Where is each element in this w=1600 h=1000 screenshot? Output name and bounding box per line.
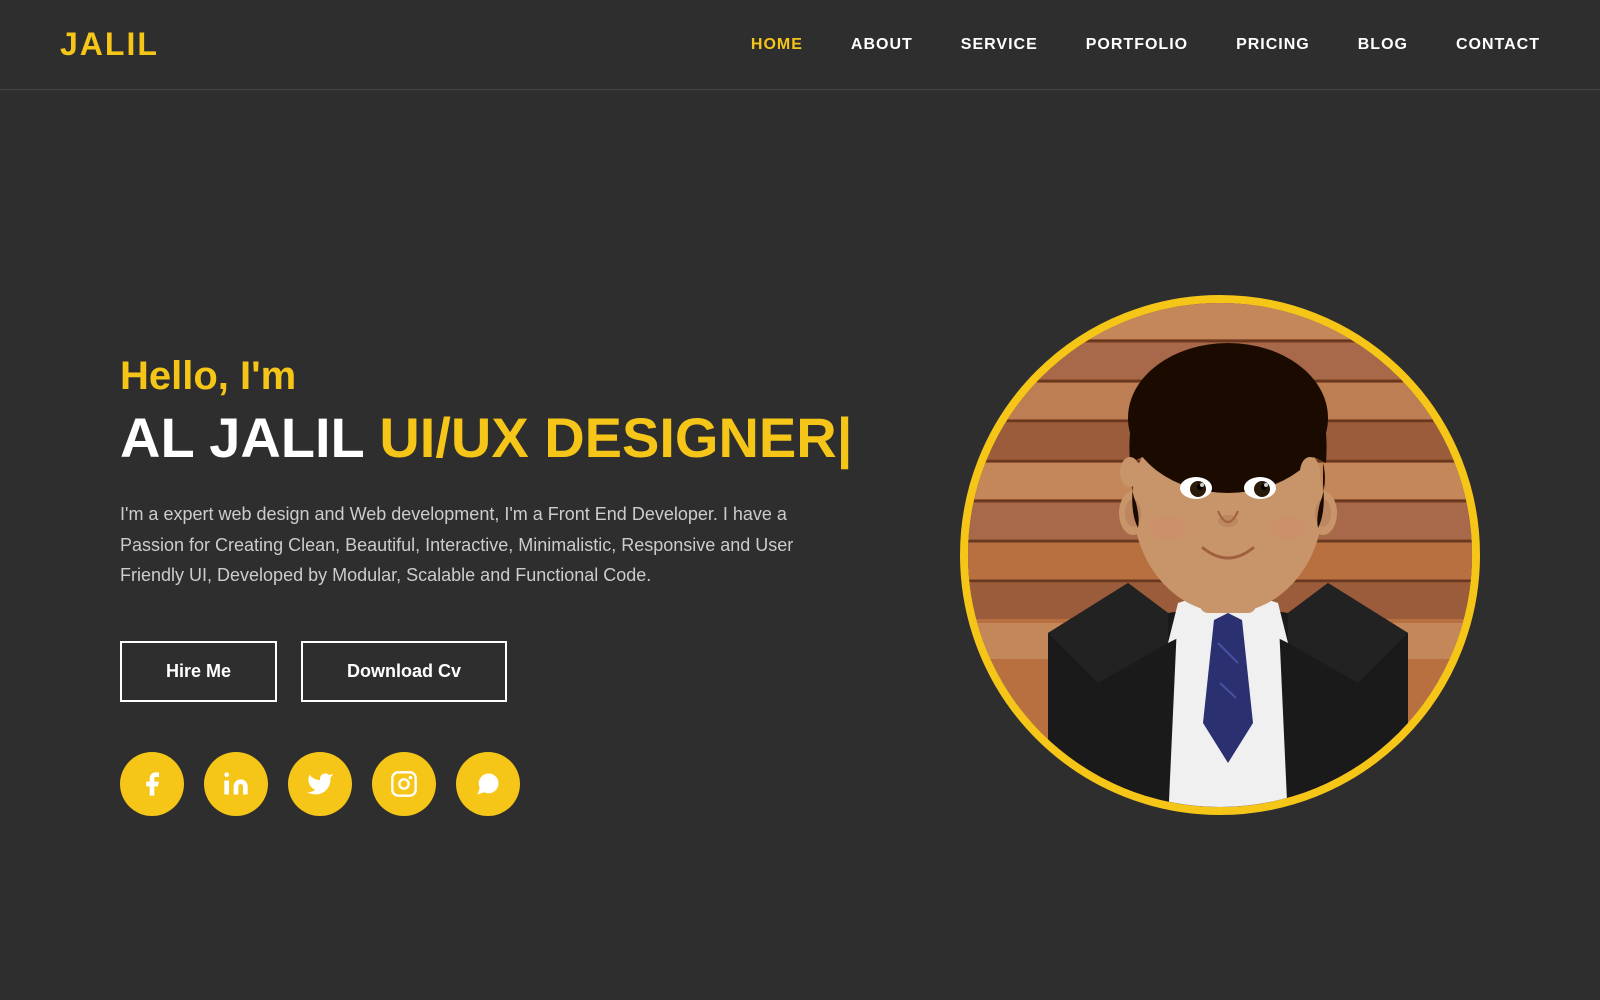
nav-item-portfolio[interactable]: PORTFOLIO bbox=[1086, 36, 1188, 54]
facebook-icon[interactable] bbox=[120, 752, 184, 816]
brand-logo[interactable]: JALIL bbox=[60, 26, 159, 63]
nav-link-about[interactable]: ABOUT bbox=[851, 36, 913, 53]
linkedin-icon[interactable] bbox=[204, 752, 268, 816]
download-cv-button[interactable]: Download Cv bbox=[301, 641, 507, 702]
greeting-text: Hello, I'm bbox=[120, 354, 870, 399]
profile-image-ring bbox=[960, 295, 1480, 815]
hero-title: UI/UX DESIGNER| bbox=[379, 406, 852, 469]
nav-item-home[interactable]: HOME bbox=[751, 36, 803, 54]
profile-image bbox=[968, 303, 1472, 807]
nav-item-blog[interactable]: BLOG bbox=[1358, 36, 1408, 54]
nav-link-blog[interactable]: BLOG bbox=[1358, 36, 1408, 53]
whatsapp-icon[interactable] bbox=[456, 752, 520, 816]
hero-description: I'm a expert web design and Web developm… bbox=[120, 499, 800, 591]
social-icons-container bbox=[120, 752, 870, 816]
nav-link-home[interactable]: HOME bbox=[751, 36, 803, 53]
nav-item-pricing[interactable]: PRICING bbox=[1236, 36, 1310, 54]
hero-content: Hello, I'm AL JALIL UI/UX DESIGNER| I'm … bbox=[120, 354, 870, 815]
nav-link-portfolio[interactable]: PORTFOLIO bbox=[1086, 36, 1188, 53]
twitter-icon[interactable] bbox=[288, 752, 352, 816]
instagram-icon[interactable] bbox=[372, 752, 436, 816]
nav-links: HOME ABOUT SERVICE PORTFOLIO PRICING BLO… bbox=[751, 36, 1540, 54]
hero-name: AL JALIL bbox=[120, 406, 379, 469]
hero-section: Hello, I'm AL JALIL UI/UX DESIGNER| I'm … bbox=[0, 90, 1600, 1000]
nav-item-about[interactable]: ABOUT bbox=[851, 36, 913, 54]
nav-item-service[interactable]: SERVICE bbox=[961, 36, 1038, 54]
navbar: JALIL HOME ABOUT SERVICE PORTFOLIO PRICI… bbox=[0, 0, 1600, 90]
hire-me-button[interactable]: Hire Me bbox=[120, 641, 277, 702]
hero-name-title: AL JALIL UI/UX DESIGNER| bbox=[120, 407, 870, 469]
nav-item-contact[interactable]: CONTACT bbox=[1456, 36, 1540, 54]
nav-link-pricing[interactable]: PRICING bbox=[1236, 36, 1310, 53]
ear-right bbox=[1300, 457, 1320, 487]
nav-link-contact[interactable]: CONTACT bbox=[1456, 36, 1540, 53]
hero-buttons: Hire Me Download Cv bbox=[120, 641, 870, 702]
hero-profile bbox=[960, 295, 1480, 815]
ear-left bbox=[1120, 457, 1140, 487]
nav-link-service[interactable]: SERVICE bbox=[961, 36, 1038, 53]
